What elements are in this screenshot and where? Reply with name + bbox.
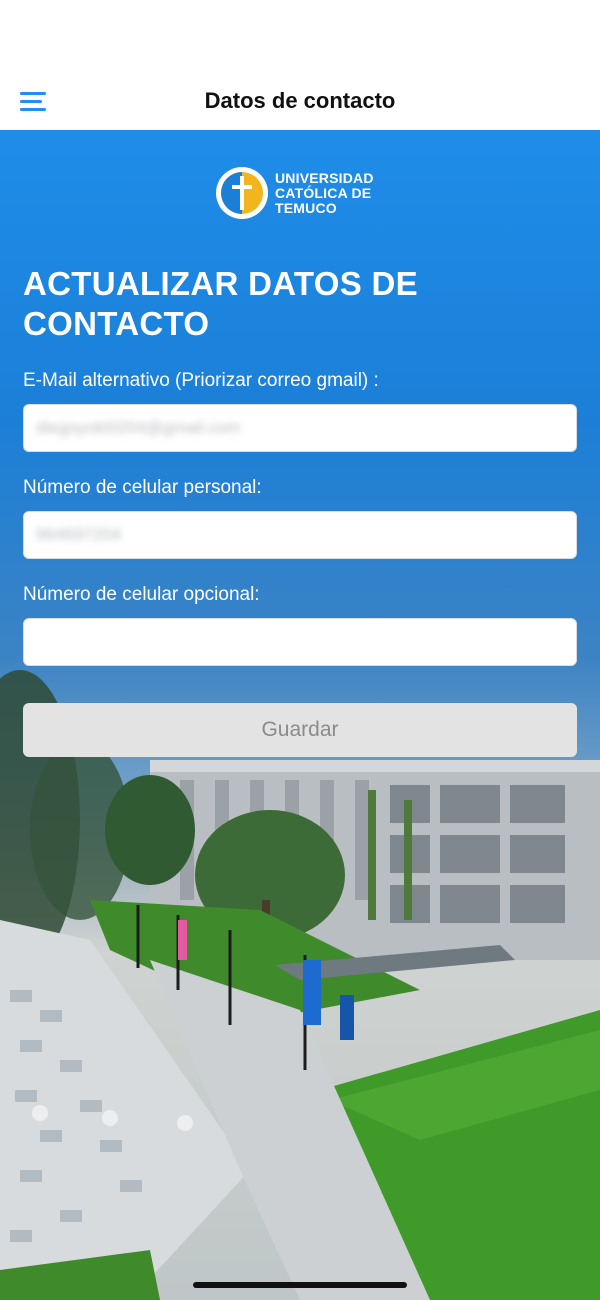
email-value: diegoyoki0204@gmail.com (36, 418, 241, 437)
personal-phone-label: Número de celular personal: (23, 477, 262, 498)
university-seal-icon (216, 167, 268, 219)
status-bar (0, 0, 600, 72)
background-hero: UNIVERSIDAD CATÓLICA DE TEMUCO ACTUALIZA… (0, 130, 600, 1300)
save-button[interactable]: Guardar (23, 703, 577, 757)
personal-phone-value: 964697204 (36, 525, 122, 544)
logo-line-1: UNIVERSIDAD (275, 169, 374, 186)
form-heading: ACTUALIZAR DATOS DE CONTACTO (23, 265, 418, 342)
email-label: E-Mail alternativo (Priorizar correo gma… (23, 370, 379, 391)
page-title: Datos de contacto (204, 88, 396, 113)
optional-phone-label: Número de celular opcional: (23, 584, 260, 605)
home-indicator[interactable] (193, 1282, 407, 1288)
email-field[interactable]: diegoyoki0204@gmail.com (23, 404, 577, 452)
personal-phone-field[interactable]: 964697204 (23, 511, 577, 559)
hamburger-menu-icon[interactable] (20, 86, 54, 116)
navigation-bar: Datos de contacto (0, 72, 600, 130)
logo-line-3: TEMUCO (275, 199, 337, 216)
university-logo: UNIVERSIDAD CATÓLICA DE TEMUCO (215, 166, 374, 220)
optional-phone-field[interactable] (23, 618, 577, 666)
logo-line-2: CATÓLICA DE (275, 184, 372, 201)
